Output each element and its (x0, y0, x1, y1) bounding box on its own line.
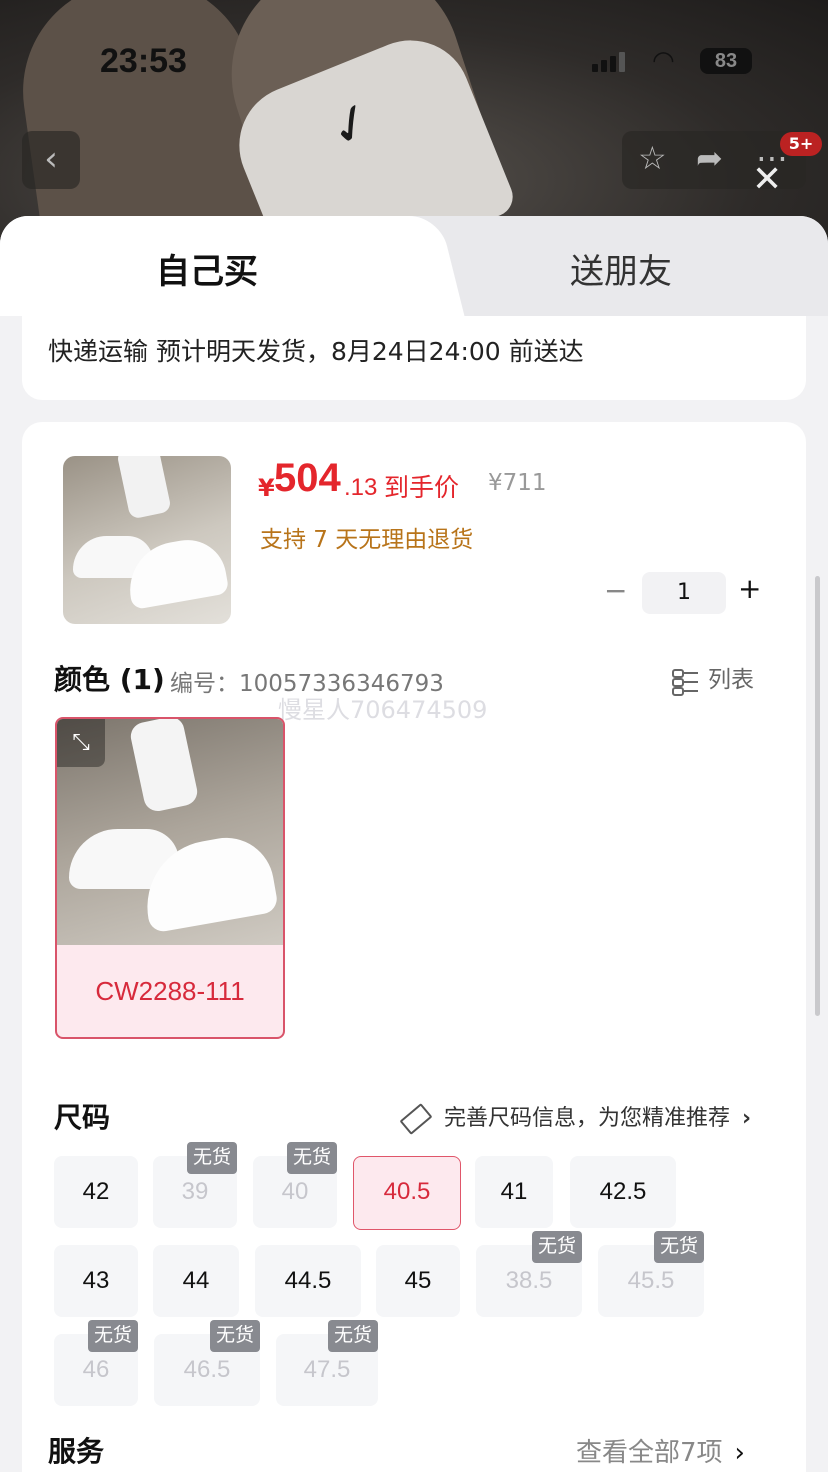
size-option-selected[interactable]: 40.5 (353, 1156, 461, 1230)
color-variant-option[interactable]: ⤡ CW2288-111 (55, 717, 285, 1039)
price-integer: 504 (274, 456, 341, 500)
chevron-right-icon: › (734, 1438, 745, 1468)
out-of-stock-tag: 无货 (286, 1142, 337, 1174)
out-of-stock-tag: 无货 (653, 1231, 704, 1263)
out-of-stock-tag: 无货 (87, 1320, 138, 1352)
product-options-card: ¥ 504 .13 到手价 ¥711 支持 7 天无理由退货 − 1 + 颜色 … (22, 422, 806, 1472)
size-recommend-link[interactable]: 完善尺码信息，为您精准推荐 › (399, 1100, 752, 1135)
original-price: ¥711 (488, 470, 547, 496)
purchase-sheet: 自己买 送朋友 快递运输 预计明天发货，8月24日24:00 前送达 ¥ 504… (0, 216, 828, 1472)
size-option[interactable]: 40 无货 (253, 1142, 337, 1228)
chevron-right-icon: › (742, 1106, 752, 1131)
size-option[interactable]: 45.5 无货 (598, 1231, 704, 1317)
size-option[interactable]: 41 (475, 1156, 553, 1228)
size-option[interactable]: 45 (376, 1245, 460, 1317)
expand-icon[interactable]: ⤡ (57, 719, 105, 767)
out-of-stock-tag: 无货 (186, 1142, 237, 1174)
size-option[interactable]: 44.5 (255, 1245, 361, 1317)
close-icon[interactable]: ✕ (752, 162, 782, 198)
size-option[interactable]: 39 无货 (153, 1142, 237, 1228)
variant-label: CW2288-111 (95, 976, 245, 1006)
cellular-signal-icon (592, 52, 625, 72)
watermark: 慢星人706474509 (278, 696, 488, 724)
decrease-quantity-button[interactable]: − (604, 574, 627, 607)
shipping-card: 快递运输 预计明天发货，8月24日24:00 前送达 (22, 316, 806, 400)
product-thumbnail[interactable] (63, 456, 231, 624)
quantity-stepper: − 1 + (604, 572, 764, 614)
list-icon (672, 668, 698, 696)
shipping-info: 快递运输 预计明天发货，8月24日24:00 前送达 (48, 337, 584, 366)
price-decimal: .13 (344, 474, 378, 501)
size-option[interactable]: 44 (153, 1245, 239, 1317)
scrollbar[interactable] (815, 576, 820, 1016)
notification-badge: 5+ (780, 132, 822, 156)
status-time: 23:53 (100, 42, 187, 80)
list-view-toggle[interactable]: 列表 (672, 660, 754, 696)
quantity-value[interactable]: 1 (642, 572, 726, 614)
color-section-title: 颜色 (1) (54, 663, 165, 696)
service-section-title: 服务 (48, 1435, 105, 1468)
battery-icon: 83 (700, 48, 752, 74)
wifi-icon: ◠ (652, 46, 675, 76)
size-option[interactable]: 47.5 无货 (276, 1320, 378, 1406)
status-bar: 23:53 ◠ 83 (0, 38, 828, 88)
size-option[interactable]: 38.5 无货 (476, 1231, 582, 1317)
service-view-all-label: 查看全部7项 (576, 1438, 723, 1468)
increase-quantity-button[interactable]: + (738, 572, 761, 605)
size-option[interactable]: 43 (54, 1245, 138, 1317)
share-icon[interactable]: ➦ (696, 139, 723, 177)
tab-bar: 自己买 送朋友 (0, 216, 828, 316)
out-of-stock-tag: 无货 (327, 1320, 378, 1352)
size-option[interactable]: 42 (54, 1156, 138, 1228)
tab-gift-friend[interactable]: 送朋友 (570, 244, 672, 293)
list-view-label: 列表 (708, 667, 754, 693)
out-of-stock-tag: 无货 (209, 1320, 260, 1352)
size-option[interactable]: 46 无货 (54, 1320, 138, 1406)
back-button[interactable]: ‹ (22, 131, 80, 189)
final-price-label: 到手价 (384, 473, 460, 502)
service-view-all-link[interactable]: 查看全部7项 › (576, 1432, 745, 1469)
size-option[interactable]: 42.5 (570, 1156, 676, 1228)
out-of-stock-tag: 无货 (531, 1231, 582, 1263)
size-section-title: 尺码 (54, 1101, 111, 1134)
size-hint-text: 完善尺码信息，为您精准推荐 (444, 1106, 731, 1131)
star-icon[interactable]: ☆ (638, 139, 667, 177)
return-policy: 支持 7 天无理由退货 (260, 527, 474, 553)
tab-self-buy-label[interactable]: 自己买 (156, 244, 258, 293)
price-currency: ¥ (258, 474, 275, 502)
size-option[interactable]: 46.5 无货 (154, 1320, 260, 1406)
ruler-icon (399, 1103, 433, 1135)
